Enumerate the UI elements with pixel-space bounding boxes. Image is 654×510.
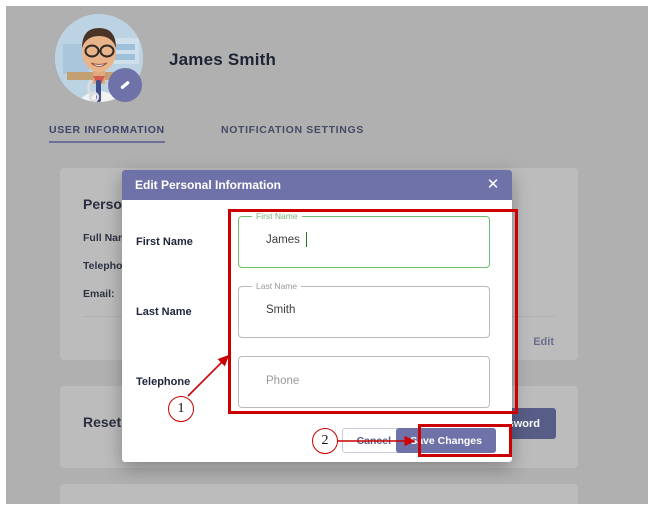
first-name-float-label: First Name [252, 211, 302, 222]
first-name-row: First Name First Name James [122, 211, 512, 272]
tab-user-information[interactable]: USER INFORMATION [49, 124, 165, 143]
telephone-input[interactable]: Phone [238, 356, 490, 408]
email-label: Email: [83, 288, 115, 300]
dialog-header: Edit Personal Information ✕ [122, 170, 512, 200]
tab-bar: USER INFORMATION NOTIFICATION SETTINGS [6, 124, 648, 152]
screenshot-root: James Smith USER INFORMATION NOTIFICATIO… [0, 0, 654, 510]
avatar-edit-badge[interactable] [108, 68, 142, 102]
last-name-field-wrap: Last Name Smith [238, 281, 490, 338]
telephone-field-label: Telephone [136, 376, 191, 388]
last-name-value: Smith [266, 304, 296, 316]
annotation-marker-1: 1 [168, 396, 194, 422]
last-name-row: Last Name Last Name Smith [122, 281, 512, 342]
tab-notification-settings[interactable]: NOTIFICATION SETTINGS [221, 124, 364, 143]
last-name-label: Last Name [136, 306, 192, 318]
first-name-field-wrap: First Name James [238, 211, 490, 268]
first-name-input[interactable]: First Name James [238, 211, 490, 268]
edit-link[interactable]: Edit [533, 336, 554, 348]
dialog-body: First Name First Name James Last Name La… [122, 200, 512, 425]
bottom-card [60, 484, 578, 504]
dialog-title: Edit Personal Information [135, 178, 282, 192]
user-name: James Smith [169, 50, 277, 69]
save-changes-button[interactable]: Save Changes [396, 428, 496, 453]
telephone-placeholder: Phone [266, 375, 300, 387]
first-name-label: First Name [136, 236, 193, 248]
annotation-marker-2: 2 [312, 428, 338, 454]
close-icon[interactable]: ✕ [484, 176, 502, 194]
telephone-field-wrap: Phone [238, 356, 490, 408]
profile-header: James Smith [6, 6, 648, 118]
text-caret [306, 232, 307, 247]
last-name-float-label: Last Name [252, 281, 302, 292]
pencil-icon [120, 81, 130, 90]
first-name-value: James [266, 234, 300, 246]
last-name-input[interactable]: Last Name Smith [238, 281, 490, 338]
